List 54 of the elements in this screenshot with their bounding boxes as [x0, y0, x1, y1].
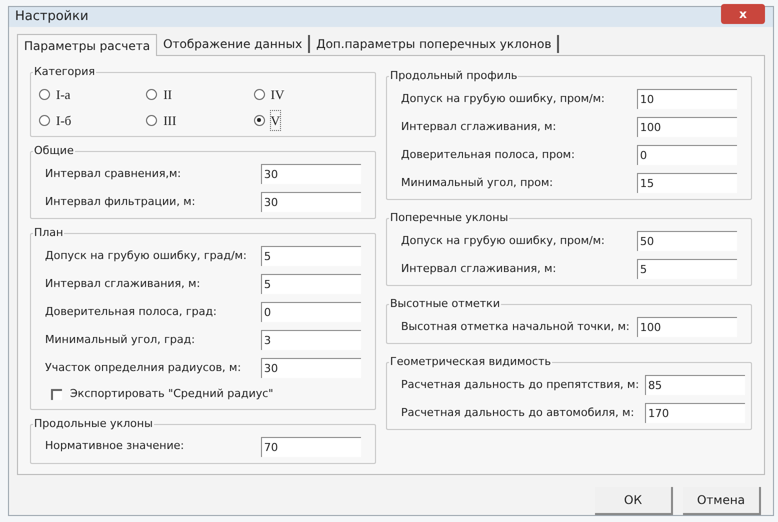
group-title: Категория	[33, 65, 96, 79]
group-title: Продольный профиль	[389, 69, 518, 83]
input-field[interactable]: 50	[637, 231, 737, 251]
field-label: Допуск на грубую ошибку, град/м:	[45, 248, 248, 264]
field-label: Доверительная полоса, град:	[45, 304, 218, 320]
group-title: Продольные уклоны	[33, 416, 154, 430]
field-label: Расчетная дальность до автомобиля, м:	[401, 404, 636, 421]
radio-label: II	[163, 86, 172, 104]
group-title: Общие	[33, 144, 75, 158]
field-label: Интервал сглаживания, м:	[401, 260, 558, 277]
radio-label: I-б	[56, 112, 72, 130]
tab[interactable]: Параметры расчета	[17, 34, 158, 56]
input-field[interactable]: 5	[261, 246, 361, 266]
field-label: Участок определния радиусов, м:	[45, 360, 242, 376]
field-label: Интервал фильтрации, м:	[45, 194, 196, 210]
input-field[interactable]: 30	[261, 164, 361, 184]
window-title: Настройки	[15, 8, 88, 26]
dialog-button[interactable]: Отмена	[683, 487, 761, 515]
field-label: Минимальный угол, пром:	[401, 174, 554, 191]
checkbox-label: Экспортировать "Средний радиус"	[70, 386, 274, 402]
field-label: Интервал сглаживания, м:	[45, 276, 202, 292]
input-field[interactable]: 30	[261, 358, 361, 378]
input-field[interactable]: 30	[261, 192, 361, 212]
input-field[interactable]: 5	[637, 259, 737, 279]
group-title: Поперечные уклоны	[389, 211, 510, 225]
input-field[interactable]: 0	[637, 145, 737, 165]
tab[interactable]: Доп.параметры поперечных уклонов	[310, 35, 560, 53]
input-field[interactable]: 170	[645, 403, 746, 423]
radio-label: V	[270, 110, 280, 130]
radio-label: I-а	[56, 86, 70, 104]
field-label: Доверительная полоса, пром:	[401, 146, 576, 163]
input-field[interactable]: 85	[645, 375, 746, 395]
field-label: Интервал сглаживания, м:	[401, 118, 558, 135]
input-field[interactable]: 100	[637, 117, 737, 137]
group-title: Геометрическая видимость	[389, 355, 552, 369]
radio-label: III	[163, 112, 176, 130]
input-field[interactable]: 0	[261, 302, 361, 322]
input-field[interactable]: 5	[261, 274, 361, 294]
input-field[interactable]: 70	[261, 436, 361, 456]
field-label: Нормативное значение:	[45, 438, 186, 454]
radio-label: IV	[270, 86, 284, 104]
tab[interactable]: Отображение данных	[157, 35, 310, 53]
input-field[interactable]: 10	[637, 89, 737, 109]
dialog-button[interactable]: ОК	[595, 487, 673, 515]
field-label: Допуск на грубую ошибку, пром/м:	[401, 90, 606, 107]
field-label: Минимальный угол, град:	[45, 332, 196, 348]
field-label: Допуск на грубую ошибку, пром/м:	[401, 232, 606, 249]
input-field[interactable]: 3	[261, 330, 361, 350]
field-label: Расчетная дальность до препятствия, м:	[401, 376, 640, 393]
field-label: Интервал сравнения,м:	[45, 166, 182, 182]
input-field[interactable]: 100	[637, 317, 737, 337]
field-label: Высотная отметка начальной точки, м:	[401, 318, 631, 335]
close-button[interactable]: x	[721, 4, 765, 24]
input-field[interactable]: 15	[637, 173, 737, 193]
